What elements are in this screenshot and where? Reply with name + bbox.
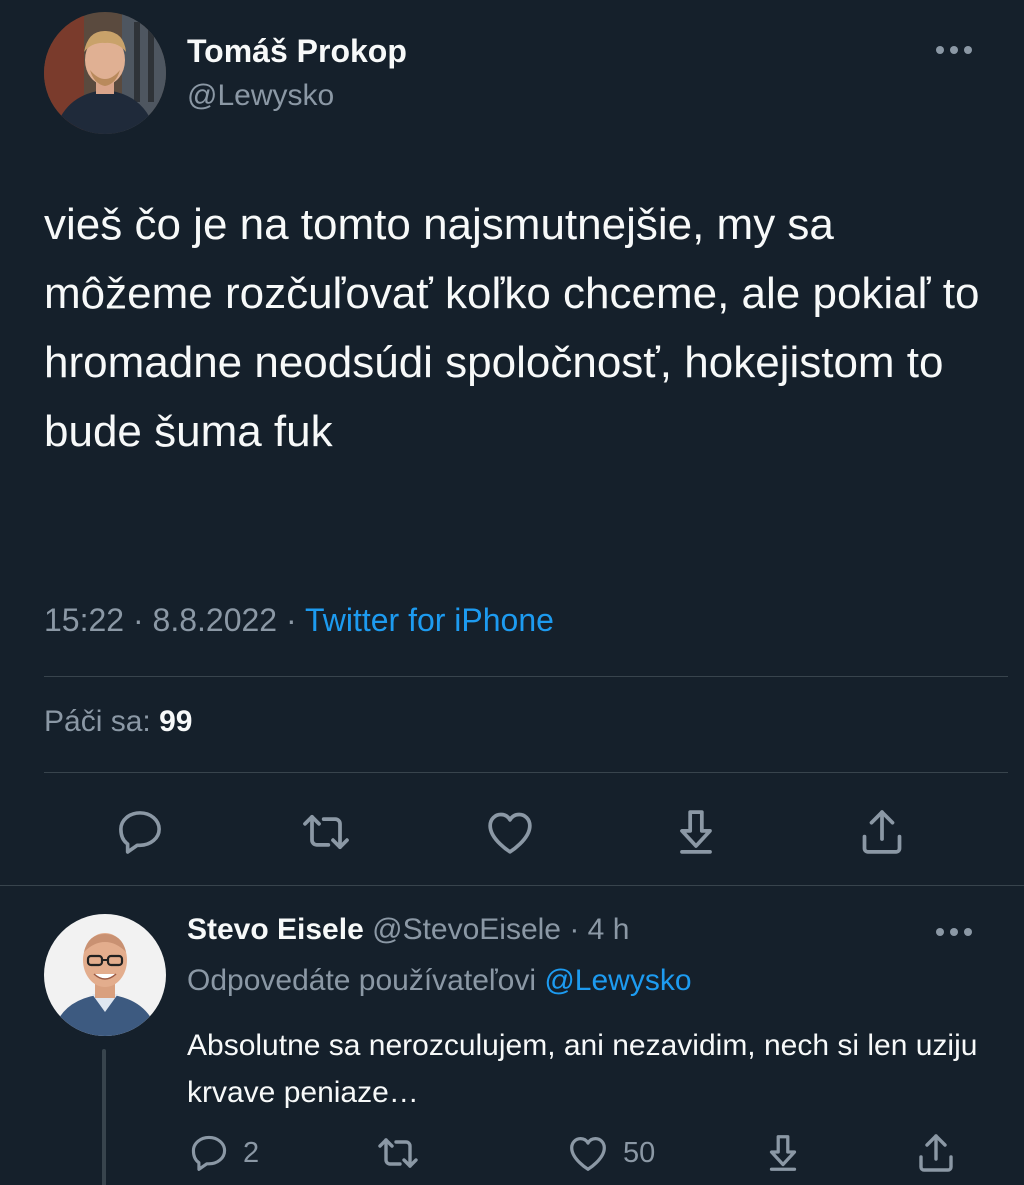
reply-separator: · [561, 913, 588, 946]
retweet-button[interactable] [298, 804, 354, 860]
tweet-date: 8.8.2022 [152, 602, 278, 638]
meta-separator: · [124, 602, 153, 638]
reply-header: Stevo Eisele @StevoEisele · 4 h [187, 913, 629, 947]
like-icon [488, 812, 532, 854]
replying-to-label: Odpovedáte používateľovi [187, 964, 545, 997]
tweet-time: 15:22 [44, 602, 125, 638]
reply-author-avatar[interactable] [44, 914, 166, 1036]
likes-row[interactable]: Páči sa: 99 [44, 705, 192, 739]
tweet-source-link[interactable]: Twitter for iPhone [305, 602, 554, 638]
reply-reply-button[interactable]: 2 [187, 1128, 259, 1178]
like-icon [570, 1136, 606, 1171]
author-handle[interactable]: @Lewysko [187, 79, 334, 113]
tweet-detail-page: Tomáš Prokop @Lewysko vieš čo je na tomt… [0, 0, 1024, 1185]
share-icon [919, 1134, 953, 1172]
reply-bookmark-button[interactable] [760, 1128, 806, 1178]
likes-count: 99 [159, 705, 193, 738]
thread-line [102, 1049, 106, 1185]
reply-count: 2 [243, 1136, 260, 1169]
reply-retweet-button[interactable] [374, 1128, 422, 1178]
bookmark-button[interactable] [668, 804, 724, 860]
meta-separator: · [277, 602, 305, 638]
reply-text: Absolutne sa nerozculujem, ani nezavidim… [187, 1029, 978, 1109]
share-icon [862, 810, 902, 854]
tweet-meta: 15:22 · 8.8.2022 · Twitter for iPhone [44, 602, 554, 639]
author-avatar[interactable] [44, 12, 166, 134]
reply-icon [119, 811, 161, 854]
likes-label: Páči sa: [44, 705, 160, 738]
more-icon[interactable] [930, 36, 978, 64]
reply-like-button[interactable]: 50 [565, 1128, 655, 1178]
reply-author-name[interactable]: Stevo Eisele [187, 913, 364, 946]
more-icon[interactable] [930, 918, 978, 946]
share-button[interactable] [854, 804, 910, 860]
reply-author-handle[interactable]: @StevoEisele [372, 913, 561, 946]
reply-time[interactable]: 4 h [588, 913, 630, 946]
divider [44, 772, 1008, 773]
tweet-text: vieš čo je na tomto najsmutnejšie, my sa… [44, 200, 980, 456]
bookmark-icon [680, 810, 712, 854]
divider [44, 676, 1008, 677]
divider [0, 885, 1024, 886]
like-count: 50 [623, 1136, 656, 1169]
replying-to-mention[interactable]: @Lewysko [544, 964, 691, 997]
like-button[interactable] [482, 804, 538, 860]
reply-button[interactable] [112, 804, 168, 860]
retweet-icon [303, 814, 349, 850]
reply-icon [191, 1135, 227, 1171]
retweet-icon [378, 1138, 418, 1168]
author-name[interactable]: Tomáš Prokop [187, 33, 407, 70]
replying-to: Odpovedáte používateľovi @Lewysko [187, 964, 692, 998]
bookmark-icon [769, 1135, 797, 1171]
reply-share-button[interactable] [912, 1128, 960, 1178]
